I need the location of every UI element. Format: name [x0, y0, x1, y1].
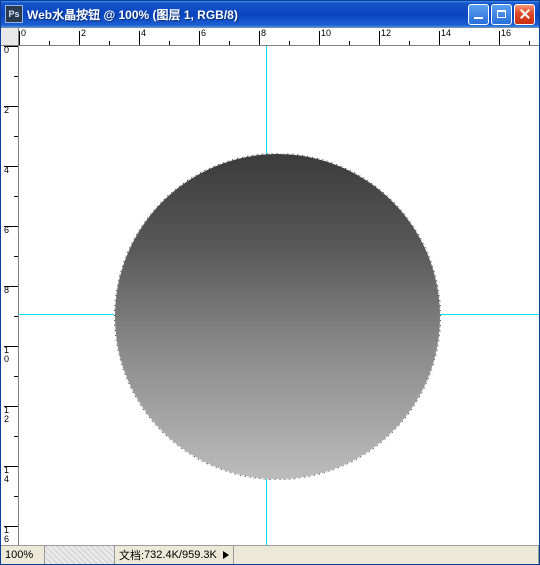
- doc-info-dropdown-icon: [223, 551, 229, 559]
- ruler-h-tick-major: [319, 31, 320, 45]
- ruler-v-tick-minor: [14, 496, 18, 497]
- ruler-h-tick-major: [499, 31, 500, 45]
- ruler-h-label: 4: [141, 28, 146, 38]
- ruler-h-label: 2: [81, 28, 86, 38]
- close-icon: [520, 9, 530, 19]
- ruler-v-tick-minor: [14, 76, 18, 77]
- zoom-level-field[interactable]: 100%: [1, 546, 45, 564]
- ruler-v-tick-minor: [14, 436, 18, 437]
- ruler-h-tick-minor: [109, 41, 110, 45]
- document-info[interactable]: 文档: 732.4K/959.3K: [115, 546, 234, 564]
- ruler-h-label: 10: [321, 28, 331, 38]
- ruler-v-label: 14: [4, 466, 14, 484]
- work-area: 0 2 4 6 8 10 12 14 16 0 2 4 6 8 10 12 14 16: [1, 27, 539, 545]
- status-bar: 100% 文档: 732.4K/959.3K: [1, 545, 539, 564]
- ruler-h-label: 6: [201, 28, 206, 38]
- titlebar[interactable]: Ps Web水晶按钮 @ 100% (图层 1, RGB/8): [1, 1, 539, 27]
- ruler-h-label: 16: [501, 28, 511, 38]
- ruler-v-tick-minor: [14, 376, 18, 377]
- ruler-v-label: 6: [4, 226, 14, 235]
- ruler-origin-corner[interactable]: [1, 28, 19, 46]
- ruler-v-tick-minor: [14, 136, 18, 137]
- close-button[interactable]: [514, 4, 535, 25]
- ruler-v-label: 10: [4, 346, 14, 364]
- ruler-h-tick-major: [199, 31, 200, 45]
- ruler-v-tick-minor: [14, 316, 18, 317]
- minimize-icon: [474, 17, 483, 19]
- ruler-v-label: 12: [4, 406, 14, 424]
- minimize-button[interactable]: [468, 4, 489, 25]
- ruler-v-label: 8: [4, 286, 14, 295]
- doc-info-sizes: 732.4K/959.3K: [144, 549, 217, 561]
- ruler-v-label: 0: [4, 46, 14, 55]
- ruler-v-label: 16: [4, 526, 14, 544]
- gradient-circle: [115, 154, 440, 479]
- window-title: Web水晶按钮 @ 100% (图层 1, RGB/8): [27, 6, 238, 23]
- ruler-h-tick-major: [439, 31, 440, 45]
- ruler-h-tick-minor: [289, 41, 290, 45]
- ruler-v-label: 2: [4, 106, 14, 115]
- ruler-h-label: 8: [261, 28, 266, 38]
- app-icon: Ps: [5, 5, 23, 23]
- canvas-viewport[interactable]: [19, 46, 539, 545]
- ruler-h-label: 0: [21, 28, 26, 38]
- ruler-h-tick-minor: [229, 41, 230, 45]
- ruler-h-tick-minor: [529, 41, 530, 45]
- doc-info-label: 文档:: [119, 547, 144, 563]
- ruler-h-label: 12: [381, 28, 391, 38]
- ruler-h-tick-minor: [49, 41, 50, 45]
- document-window: Ps Web水晶按钮 @ 100% (图层 1, RGB/8) 0 2 4 6 8 10 1…: [0, 0, 540, 565]
- maximize-button[interactable]: [491, 4, 512, 25]
- ruler-h-tick-major: [139, 31, 140, 45]
- ruler-h-tick-minor: [169, 41, 170, 45]
- ruler-v-label: 4: [4, 166, 14, 175]
- maximize-icon: [497, 10, 506, 18]
- ruler-h-tick-minor: [409, 41, 410, 45]
- selection-shape[interactable]: [115, 154, 440, 479]
- ruler-vertical[interactable]: 0 2 4 6 8 10 12 14 16: [1, 46, 19, 545]
- ruler-h-tick-major: [79, 31, 80, 45]
- ruler-h-label: 14: [441, 28, 451, 38]
- ruler-h-tick-minor: [469, 41, 470, 45]
- status-bar-empty: [234, 546, 539, 564]
- ruler-v-tick-minor: [14, 196, 18, 197]
- ruler-h-tick-major: [379, 31, 380, 45]
- ruler-h-tick-minor: [349, 41, 350, 45]
- ruler-h-tick-major: [19, 31, 20, 45]
- ruler-horizontal[interactable]: 0 2 4 6 8 10 12 14 16: [19, 28, 539, 46]
- window-buttons: [468, 4, 539, 25]
- ruler-v-tick-minor: [14, 256, 18, 257]
- navigator-thumbnail[interactable]: [45, 546, 115, 564]
- ruler-h-tick-major: [259, 31, 260, 45]
